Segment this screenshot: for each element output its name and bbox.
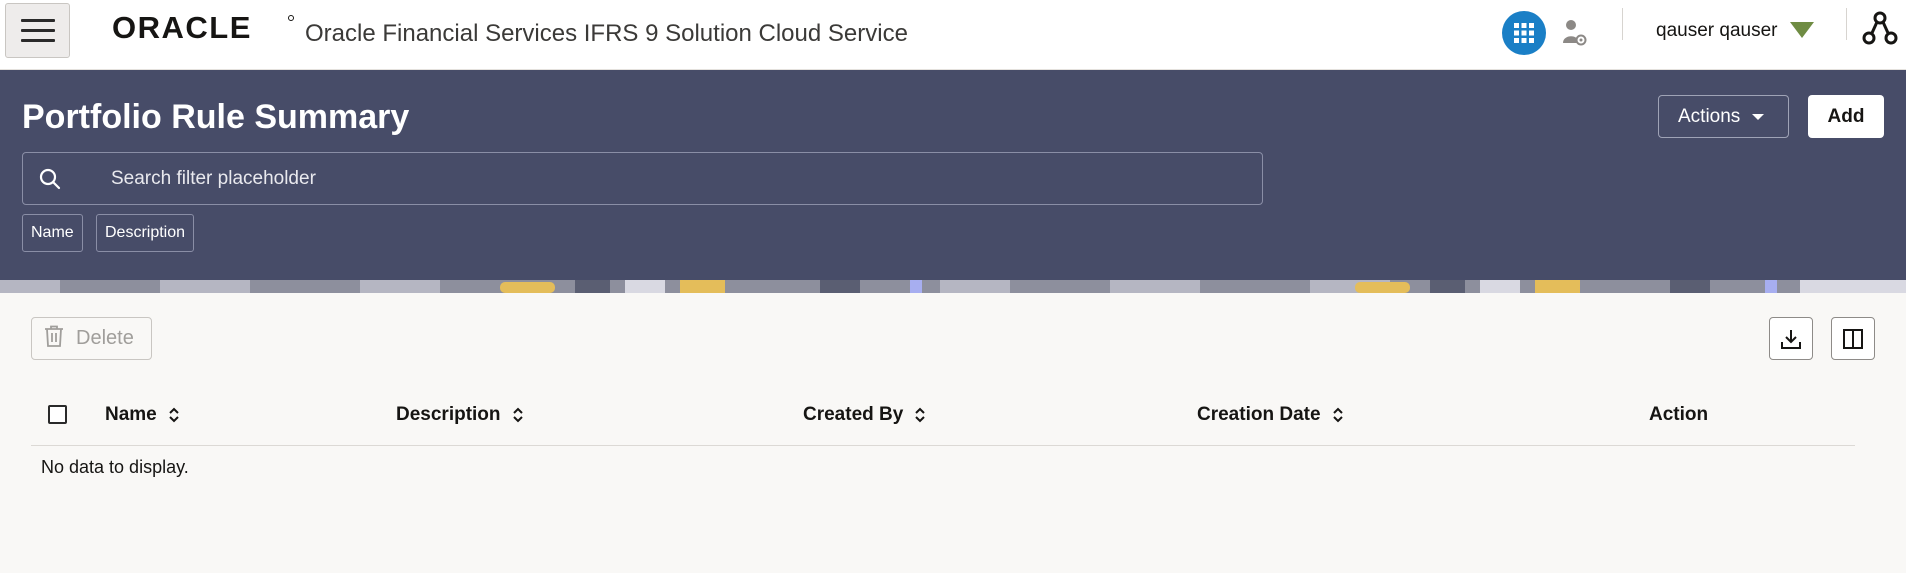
download-button[interactable] xyxy=(1769,317,1813,360)
column-header-description[interactable]: Description xyxy=(396,404,524,426)
oracle-logo: ORACLE xyxy=(112,10,296,47)
column-header-label: Creation Date xyxy=(1197,404,1321,425)
select-all-checkbox[interactable] xyxy=(48,405,67,424)
banner-pattern xyxy=(0,280,1906,293)
apps-grid-button[interactable] xyxy=(1502,11,1546,55)
oracle-logo-text: ORACLE xyxy=(112,14,252,42)
search-input[interactable]: Search filter placeholder xyxy=(22,152,1263,205)
network-icon[interactable] xyxy=(1862,10,1898,51)
sort-icon xyxy=(915,407,926,423)
apps-grid-icon xyxy=(1514,23,1534,43)
user-gear-icon[interactable] xyxy=(1562,19,1588,52)
hamburger-menu-icon[interactable] xyxy=(5,3,70,58)
header-divider xyxy=(1622,8,1623,40)
actions-label: Actions xyxy=(1678,105,1741,127)
filter-chip-description[interactable]: Description xyxy=(96,214,195,252)
column-header-label: Created By xyxy=(803,404,904,425)
columns-icon xyxy=(1843,328,1863,349)
column-header-label: Name xyxy=(105,404,157,425)
actions-button[interactable]: Actions xyxy=(1658,95,1789,138)
trash-icon xyxy=(44,325,64,353)
column-header-name[interactable]: Name xyxy=(105,404,180,426)
column-header-creation-date[interactable]: Creation Date xyxy=(1197,404,1344,426)
sort-icon xyxy=(512,407,523,423)
chevron-down-icon xyxy=(1752,113,1765,120)
empty-table-message: No data to display. xyxy=(41,457,189,477)
page-title: Portfolio Rule Summary xyxy=(22,98,410,136)
column-header-action: Action xyxy=(1649,404,1708,426)
download-icon xyxy=(1781,329,1801,349)
add-button[interactable]: Add xyxy=(1808,95,1884,138)
column-header-created-by[interactable]: Created By xyxy=(803,404,926,426)
page-banner: Portfolio Rule Summary Actions Add Searc… xyxy=(0,70,1906,280)
top-header: ORACLE Oracle Financial Services IFRS 9 … xyxy=(0,0,1906,70)
column-header-label: Description xyxy=(396,404,501,425)
columns-button[interactable] xyxy=(1831,317,1875,360)
search-icon xyxy=(39,168,69,190)
table-header: Name Description Created By Creation Dat… xyxy=(31,393,1855,446)
filter-chip-name[interactable]: Name xyxy=(22,214,83,252)
sort-icon xyxy=(169,407,179,423)
app-title: Oracle Financial Services IFRS 9 Solutio… xyxy=(305,20,908,47)
header-divider xyxy=(1846,8,1847,40)
search-placeholder: Search filter placeholder xyxy=(111,167,316,189)
user-menu-caret-icon[interactable] xyxy=(1790,22,1814,38)
delete-label: Delete xyxy=(76,327,134,349)
column-header-label: Action xyxy=(1649,404,1709,425)
username[interactable]: qauser qauser xyxy=(1656,20,1777,42)
sort-icon xyxy=(1332,407,1343,423)
delete-button[interactable]: Delete xyxy=(31,317,152,360)
